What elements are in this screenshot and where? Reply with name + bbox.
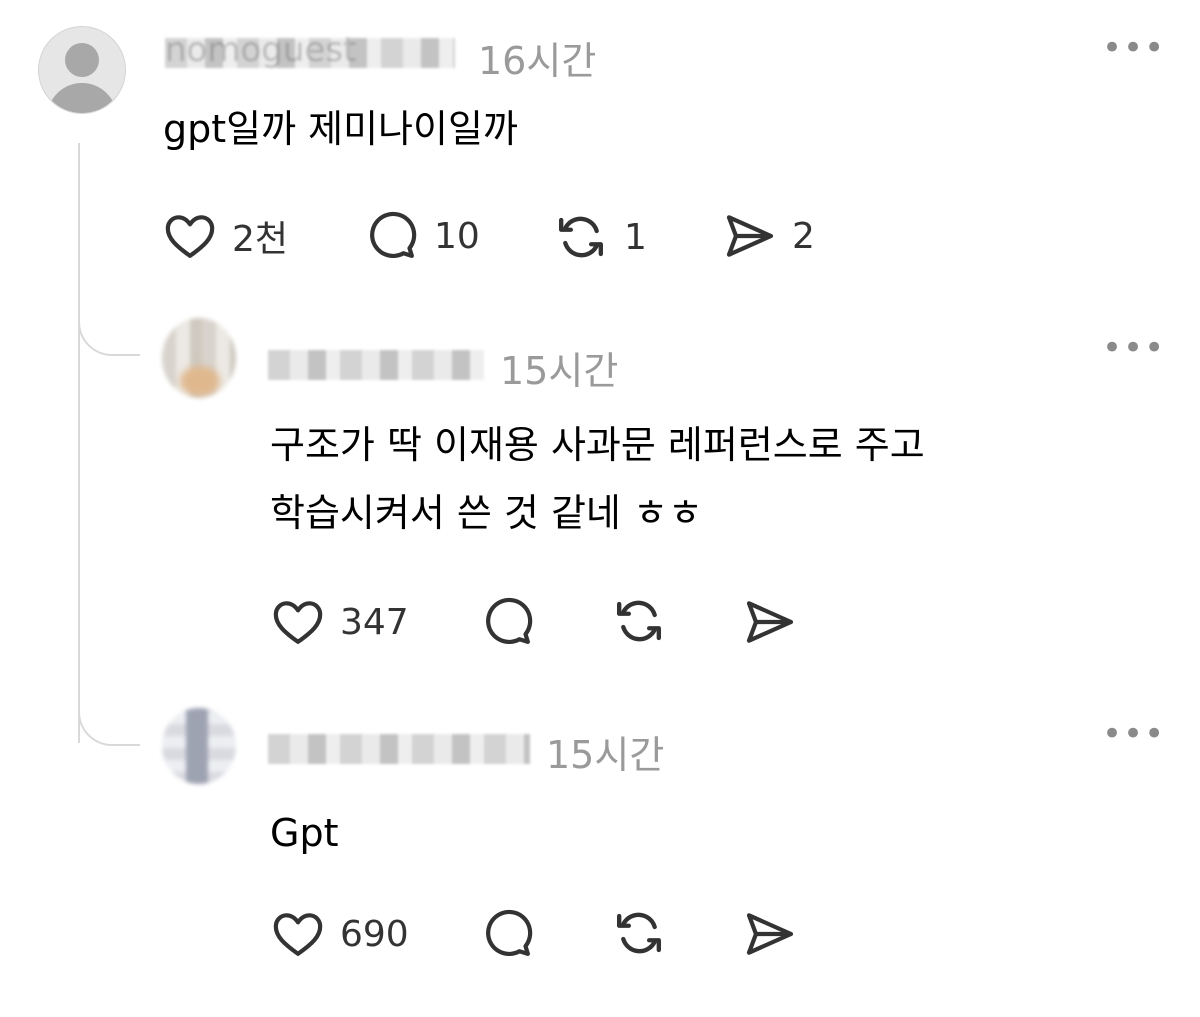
comment-bubble-icon <box>370 211 417 259</box>
share-button[interactable] <box>742 906 798 962</box>
heart-icon <box>165 215 215 258</box>
username-blurred[interactable] <box>268 734 530 764</box>
thread-connector <box>78 686 140 746</box>
post-text: gpt일까 제미나이일까 <box>163 107 518 151</box>
share-button[interactable] <box>742 594 798 650</box>
comment-bubble-icon <box>486 597 533 645</box>
heart-icon <box>273 601 323 644</box>
repost-icon <box>617 600 661 642</box>
avatar-image <box>180 366 220 396</box>
repost-icon <box>617 912 661 954</box>
reply-text: Gpt <box>270 811 339 855</box>
send-icon <box>746 601 794 643</box>
repost-button[interactable]: 1 <box>552 208 647 266</box>
reply-text: 구조가 딱 이재용 사과문 레퍼런스로 주고 <box>270 423 925 467</box>
avatar-head <box>65 43 99 77</box>
thread-connector <box>78 296 140 356</box>
reply-button[interactable]: 10 <box>364 208 480 264</box>
heart-icon <box>273 913 323 956</box>
send-icon <box>746 913 794 955</box>
reply-text: 학습시켜서 쓴 것 같네 ㅎㅎ <box>270 491 703 535</box>
thread-line <box>78 143 80 743</box>
username-blurred[interactable] <box>268 350 484 380</box>
like-count: 2천 <box>232 219 289 260</box>
more-dots-icon[interactable]: ••• <box>1102 331 1165 365</box>
avatar-image <box>186 708 208 784</box>
like-button[interactable]: 347 <box>270 594 409 650</box>
like-button[interactable]: 690 <box>270 906 409 962</box>
send-icon <box>726 215 774 257</box>
repost-button[interactable] <box>610 592 668 650</box>
reply-button[interactable] <box>480 594 536 650</box>
avatar[interactable] <box>162 318 236 398</box>
comment-bubble-icon <box>486 909 533 957</box>
share-button[interactable]: 2 <box>722 208 815 264</box>
avatar-shoulders <box>47 83 117 113</box>
reply-time: 15시간 <box>500 349 619 393</box>
repost-icon <box>559 216 603 258</box>
repost-count: 1 <box>624 216 647 258</box>
more-dots-icon[interactable]: ••• <box>1102 717 1165 751</box>
like-count: 690 <box>340 913 409 955</box>
like-button[interactable]: 2천 <box>162 208 288 264</box>
username-blurred[interactable]: nomoguest <box>165 30 455 70</box>
like-count: 347 <box>340 601 409 643</box>
share-count: 2 <box>792 215 815 257</box>
reply-time: 15시간 <box>546 733 665 777</box>
avatar[interactable] <box>162 708 236 784</box>
avatar[interactable] <box>38 26 126 114</box>
reply-button[interactable] <box>480 906 536 962</box>
repost-button[interactable] <box>610 904 668 962</box>
reply-count: 10 <box>434 215 480 257</box>
post-time: 16시간 <box>478 39 597 83</box>
more-dots-icon[interactable]: ••• <box>1102 31 1165 65</box>
